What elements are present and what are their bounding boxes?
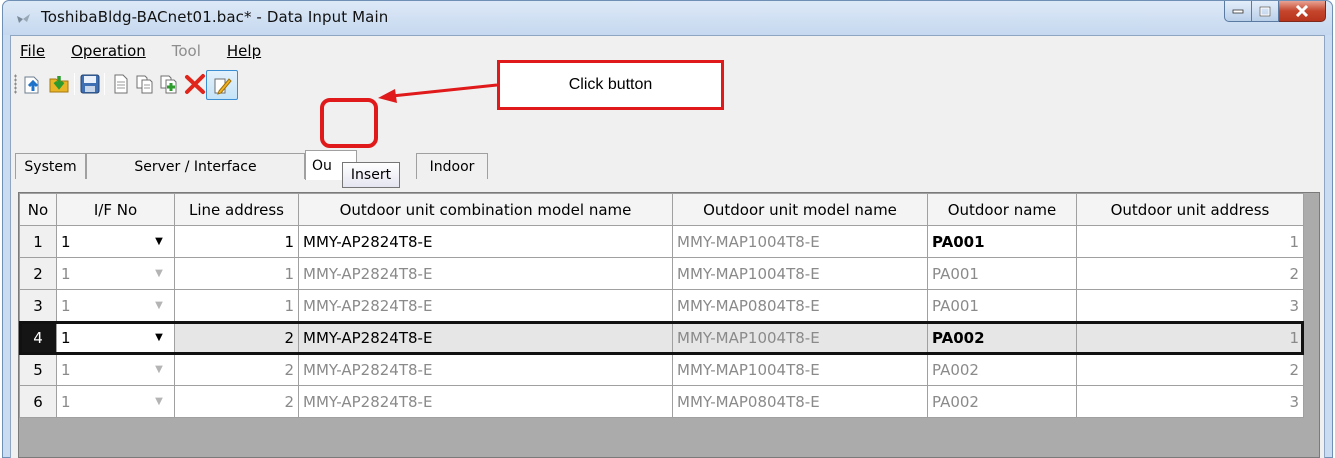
callout-arrow	[378, 83, 498, 103]
